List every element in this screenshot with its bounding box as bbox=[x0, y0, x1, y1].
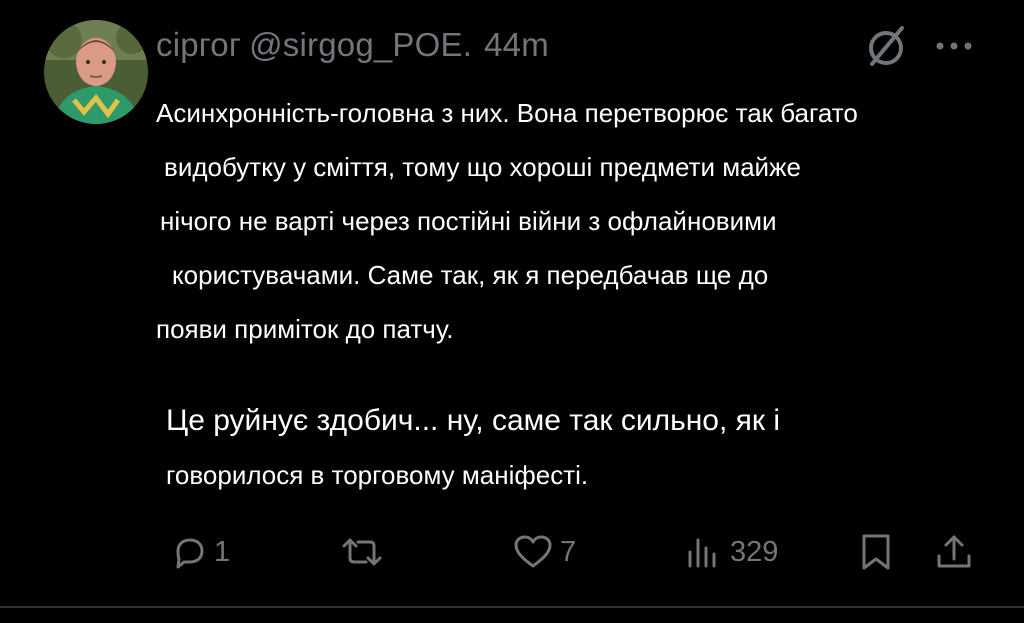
bookmark-icon bbox=[856, 532, 896, 572]
like-button[interactable]: 7 bbox=[512, 524, 576, 580]
views-icon bbox=[684, 534, 724, 570]
grok-icon[interactable] bbox=[862, 22, 910, 70]
more-options-icon[interactable] bbox=[934, 36, 974, 56]
repost-icon bbox=[336, 534, 388, 570]
post-header: сіргог @sirgog_POE. 44m bbox=[156, 26, 557, 64]
post-text-line: нічого не варті через постійні війни з о… bbox=[160, 206, 777, 236]
repost-button[interactable] bbox=[336, 524, 388, 580]
heart-icon bbox=[512, 534, 554, 570]
reply-button[interactable]: 1 bbox=[172, 524, 230, 580]
timestamp[interactable]: 44m bbox=[484, 26, 549, 63]
views-button[interactable]: 329 bbox=[684, 524, 778, 580]
post-text-line: появи приміток до патчу. bbox=[156, 314, 454, 344]
post-text-line: Асинхронність-головна з них. Вона перетв… bbox=[156, 98, 858, 128]
handle[interactable]: @sirgog_POE. bbox=[249, 26, 472, 63]
bookmark-button[interactable] bbox=[856, 524, 896, 580]
post[interactable]: сіргог @sirgog_POE. 44m Асинхронність-голо… bbox=[0, 0, 1024, 623]
post-text-line: видобутку у сміття, тому що хороші предм… bbox=[164, 152, 801, 182]
display-name[interactable]: сіргог bbox=[156, 26, 241, 63]
post-text: Асинхронність-головна з них. Вона перетв… bbox=[156, 86, 976, 356]
views-count: 329 bbox=[730, 535, 779, 568]
share-icon bbox=[934, 532, 974, 572]
post-text-line: Це руйнує здобич... ну, саме так сильно,… bbox=[166, 404, 781, 437]
action-bar: 1 7 329 bbox=[0, 524, 1024, 580]
like-count: 7 bbox=[560, 535, 577, 568]
post-text-line: користувачами. Саме так, як я передбачав… bbox=[172, 260, 769, 290]
share-button[interactable] bbox=[934, 524, 974, 580]
divider bbox=[0, 606, 1024, 608]
reply-icon bbox=[172, 534, 208, 570]
post-text-paragraph-2: Це руйнує здобич... ну, саме так сильно,… bbox=[166, 394, 986, 502]
avatar[interactable] bbox=[44, 20, 148, 124]
post-text-line: говорилося в торговому маніфесті. bbox=[166, 460, 589, 490]
reply-count: 1 bbox=[214, 535, 231, 568]
